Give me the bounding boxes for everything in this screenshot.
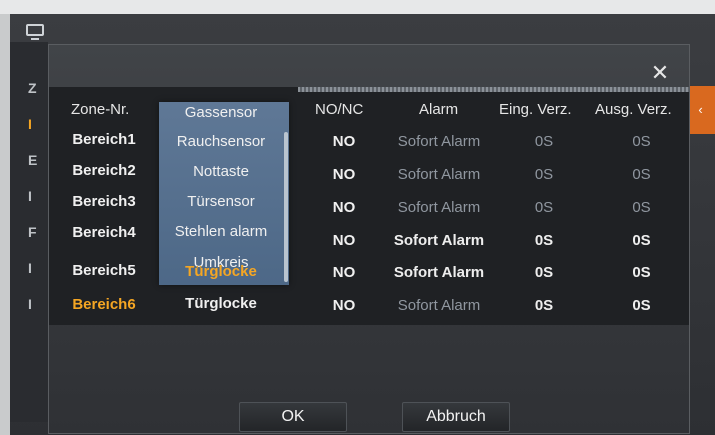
alarm-cell[interactable]: Sofort Alarm [384,199,494,216]
dropdown-option[interactable]: Nottaste [159,163,283,180]
dropdown-scrollbar[interactable] [284,132,288,282]
chevron-left-icon: ‹ [698,102,703,117]
background-menu-item[interactable]: Z [28,80,37,96]
nonc-cell[interactable]: NO [304,133,384,150]
entry-delay-cell[interactable]: 0S [494,166,594,183]
monitor-icon[interactable] [26,24,44,40]
zone-table: Zone-Nr. NO/NC Alarm Eing. Verz. Ausg. V… [49,87,689,325]
exit-delay-cell[interactable]: 0S [594,232,689,249]
column-header-zone: Zone-Nr. [71,101,130,118]
zone-type-value[interactable]: Türglocke [159,295,283,312]
background-menu-item[interactable]: I [28,116,32,132]
nonc-cell[interactable]: NO [304,232,384,249]
entry-delay-cell[interactable]: 0S [494,199,594,216]
alarm-cell[interactable]: Sofort Alarm [384,232,494,249]
background-menu-item[interactable]: I [28,260,32,276]
exit-delay-cell[interactable]: 0S [594,264,689,281]
exit-delay-cell[interactable]: 0S [594,166,689,183]
nonc-cell[interactable]: NO [304,166,384,183]
nonc-cell[interactable]: NO [304,297,384,314]
alarm-cell[interactable]: Sofort Alarm [384,264,494,281]
zone-cell[interactable]: Bereich1 [49,131,159,148]
dropdown-option[interactable]: Stehlen alarm [159,223,283,240]
ok-button[interactable]: OK [239,402,347,432]
background-menu: Z I E I F I I [10,42,48,422]
header-strip [298,87,689,92]
column-header-nonc: NO/NC [315,101,364,118]
zone-type-dropdown[interactable]: Gassensor Rauchsensor Nottaste Türsensor… [159,102,289,285]
zone-cell[interactable]: Bereich4 [49,224,159,241]
alarm-cell[interactable]: Sofort Alarm [384,166,494,183]
alarm-cell[interactable]: Sofort Alarm [384,297,494,314]
entry-delay-cell[interactable]: 0S [494,232,594,249]
alarm-cell[interactable]: Sofort Alarm [384,133,494,150]
dropdown-option[interactable]: Türsensor [159,193,283,210]
zone-cell[interactable]: Bereich3 [49,193,159,210]
nonc-cell[interactable]: NO [304,264,384,281]
entry-delay-cell[interactable]: 0S [494,297,594,314]
zone-cell[interactable]: Bereich5 [49,262,159,279]
column-header-alarm: Alarm [419,101,459,118]
column-header-exit-delay: Ausg. Verz. [595,101,672,118]
entry-delay-cell[interactable]: 0S [494,264,594,281]
background-active-tab[interactable]: ‹ [686,86,715,134]
zone-settings-dialog: ✕ Zone-Nr. NO/NC Alarm Eing. Verz. Ausg.… [48,44,690,434]
background-menu-item[interactable]: E [28,152,37,168]
dropdown-option[interactable]: Gassensor [159,104,283,121]
zone-cell[interactable]: Bereich2 [49,162,159,179]
background-menu-item[interactable]: I [28,296,32,312]
device-frame-top [0,0,715,14]
zone-cell-selected[interactable]: Bereich6 [49,296,159,313]
dropdown-option-highlighted[interactable]: Türglocke [159,263,283,280]
nonc-cell[interactable]: NO [304,199,384,216]
exit-delay-cell[interactable]: 0S [594,297,689,314]
entry-delay-cell[interactable]: 0S [494,133,594,150]
background-menu-item[interactable]: F [28,224,37,240]
dropdown-option[interactable]: Rauchsensor [159,133,283,150]
cancel-button[interactable]: Abbruch [402,402,510,432]
column-header-entry-delay: Eing. Verz. [499,101,572,118]
device-screen: Z I E I F I I ‹ ✕ Zone-Nr. NO/NC Alarm E… [10,14,715,435]
background-menu-item[interactable]: I [28,188,32,204]
exit-delay-cell[interactable]: 0S [594,199,689,216]
close-icon[interactable]: ✕ [647,61,673,87]
exit-delay-cell[interactable]: 0S [594,133,689,150]
